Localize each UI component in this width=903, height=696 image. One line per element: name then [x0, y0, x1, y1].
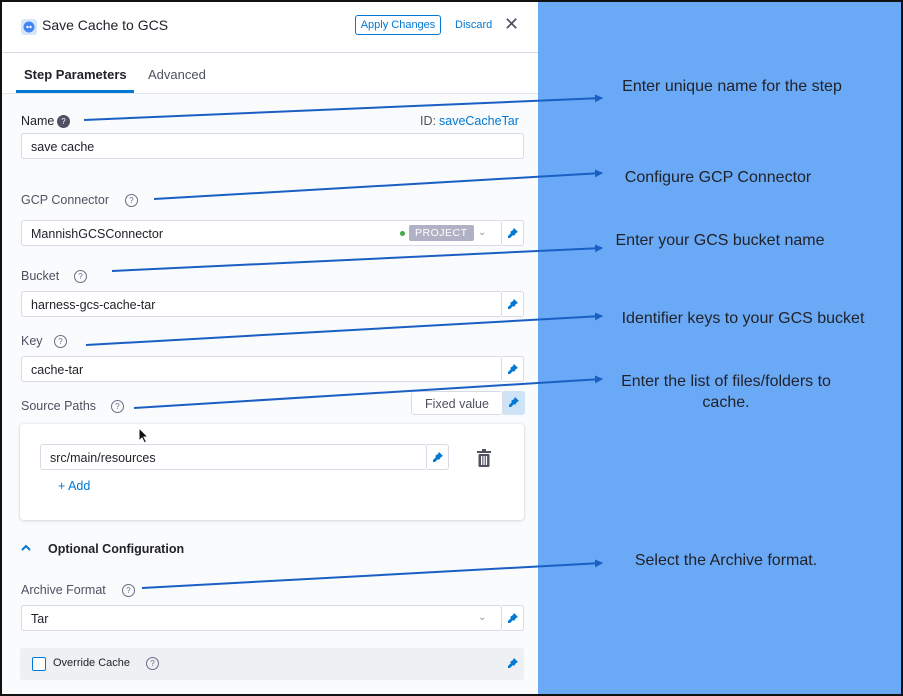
id-value[interactable]: saveCacheTar	[439, 114, 519, 128]
step-parameters-form: Name ? ID: saveCacheTar save cache GCP C…	[2, 94, 538, 694]
annotation-name: Enter unique name for the step	[622, 78, 842, 95]
override-cache-checkbox[interactable]	[32, 657, 46, 671]
override-cache-label: Override Cache	[53, 657, 131, 669]
scope-badge: PROJECT	[409, 225, 474, 241]
bucket-value: harness-gcs-cache-tar	[31, 298, 156, 312]
help-icon[interactable]: ?	[125, 194, 138, 207]
annotation-background	[538, 2, 901, 694]
pin-icon	[508, 613, 518, 623]
trash-icon[interactable]	[476, 449, 492, 467]
status-dot	[400, 231, 405, 236]
name-label: Name	[21, 114, 55, 128]
pin-icon	[433, 452, 443, 462]
pin-button[interactable]	[502, 291, 524, 317]
help-icon[interactable]: ?	[122, 584, 135, 597]
discard-button[interactable]: Discard	[455, 19, 492, 31]
pin-button[interactable]	[503, 391, 525, 415]
panel-header: Save Cache to GCS Apply Changes Discard …	[2, 2, 538, 53]
chevron-down-icon[interactable]: ⌄	[478, 227, 486, 238]
name-input[interactable]: save cache	[21, 133, 524, 159]
source-path-value: src/main/resources	[50, 451, 156, 465]
bucket-input[interactable]: harness-gcs-cache-tar	[21, 291, 502, 317]
key-input[interactable]: cache-tar	[21, 356, 502, 382]
mouse-cursor-icon	[138, 427, 150, 444]
gcs-icon	[21, 19, 37, 35]
annotation-bucket: Enter your GCS bucket name	[615, 232, 825, 249]
id-prefix: ID:	[420, 114, 436, 128]
pin-icon	[509, 397, 519, 407]
name-value: save cache	[31, 140, 95, 154]
gcp-connector-select[interactable]: MannishGCSConnector PROJECT ⌄	[21, 220, 502, 246]
bucket-label: Bucket	[21, 269, 60, 283]
archive-format-value: Tar	[31, 612, 49, 626]
annotation-source-paths: Enter the list of files/folders to cache…	[621, 373, 831, 411]
pin-button[interactable]	[502, 220, 524, 246]
help-icon[interactable]: ?	[57, 115, 70, 128]
fixed-value-button[interactable]: Fixed value	[411, 391, 503, 415]
archive-format-select[interactable]: Tar ⌄	[21, 605, 502, 631]
help-icon[interactable]: ?	[146, 657, 159, 670]
pin-icon	[508, 299, 518, 309]
tab-bar: Step Parameters Advanced	[2, 53, 538, 94]
annotation-key: Identifier keys to your GCS bucket	[621, 310, 865, 327]
override-cache-row: Override Cache ?	[20, 648, 524, 680]
panel-title: Save Cache to GCS	[42, 17, 169, 33]
gcp-connector-value: MannishGCSConnector	[31, 227, 164, 241]
pin-icon[interactable]	[507, 657, 519, 669]
gcp-connector-label: GCP Connector	[21, 193, 110, 207]
optional-configuration-toggle[interactable]: Optional Configuration	[48, 542, 184, 556]
pin-icon	[508, 364, 518, 374]
source-paths-label: Source Paths	[21, 399, 97, 413]
step-config-panel: Save Cache to GCS Apply Changes Discard …	[2, 2, 538, 694]
pin-icon	[508, 228, 518, 238]
annotation-gcp-connector: Configure GCP Connector	[624, 169, 812, 186]
active-tab-indicator	[16, 90, 134, 93]
help-icon[interactable]: ?	[74, 270, 87, 283]
key-value: cache-tar	[31, 363, 84, 377]
pin-button[interactable]	[502, 356, 524, 382]
source-paths-list	[20, 424, 524, 520]
tab-step-parameters[interactable]: Step Parameters	[24, 67, 127, 82]
source-path-input[interactable]: src/main/resources	[40, 444, 427, 470]
annotation-archive-format: Select the Archive format.	[634, 552, 818, 569]
archive-format-label: Archive Format	[21, 583, 106, 597]
close-icon[interactable]: ✕	[504, 14, 519, 35]
apply-changes-button[interactable]: Apply Changes	[355, 15, 441, 35]
help-icon[interactable]: ?	[54, 335, 67, 348]
pin-button[interactable]	[427, 444, 449, 470]
pin-button[interactable]	[502, 605, 524, 631]
screenshot-frame: Save Cache to GCS Apply Changes Discard …	[2, 2, 901, 694]
tab-advanced[interactable]: Advanced	[148, 67, 206, 82]
chevron-up-icon[interactable]	[20, 542, 32, 554]
key-label: Key	[21, 334, 43, 348]
chevron-down-icon[interactable]: ⌄	[478, 612, 486, 623]
add-path-link[interactable]: + Add	[58, 479, 90, 493]
help-icon[interactable]: ?	[111, 400, 124, 413]
